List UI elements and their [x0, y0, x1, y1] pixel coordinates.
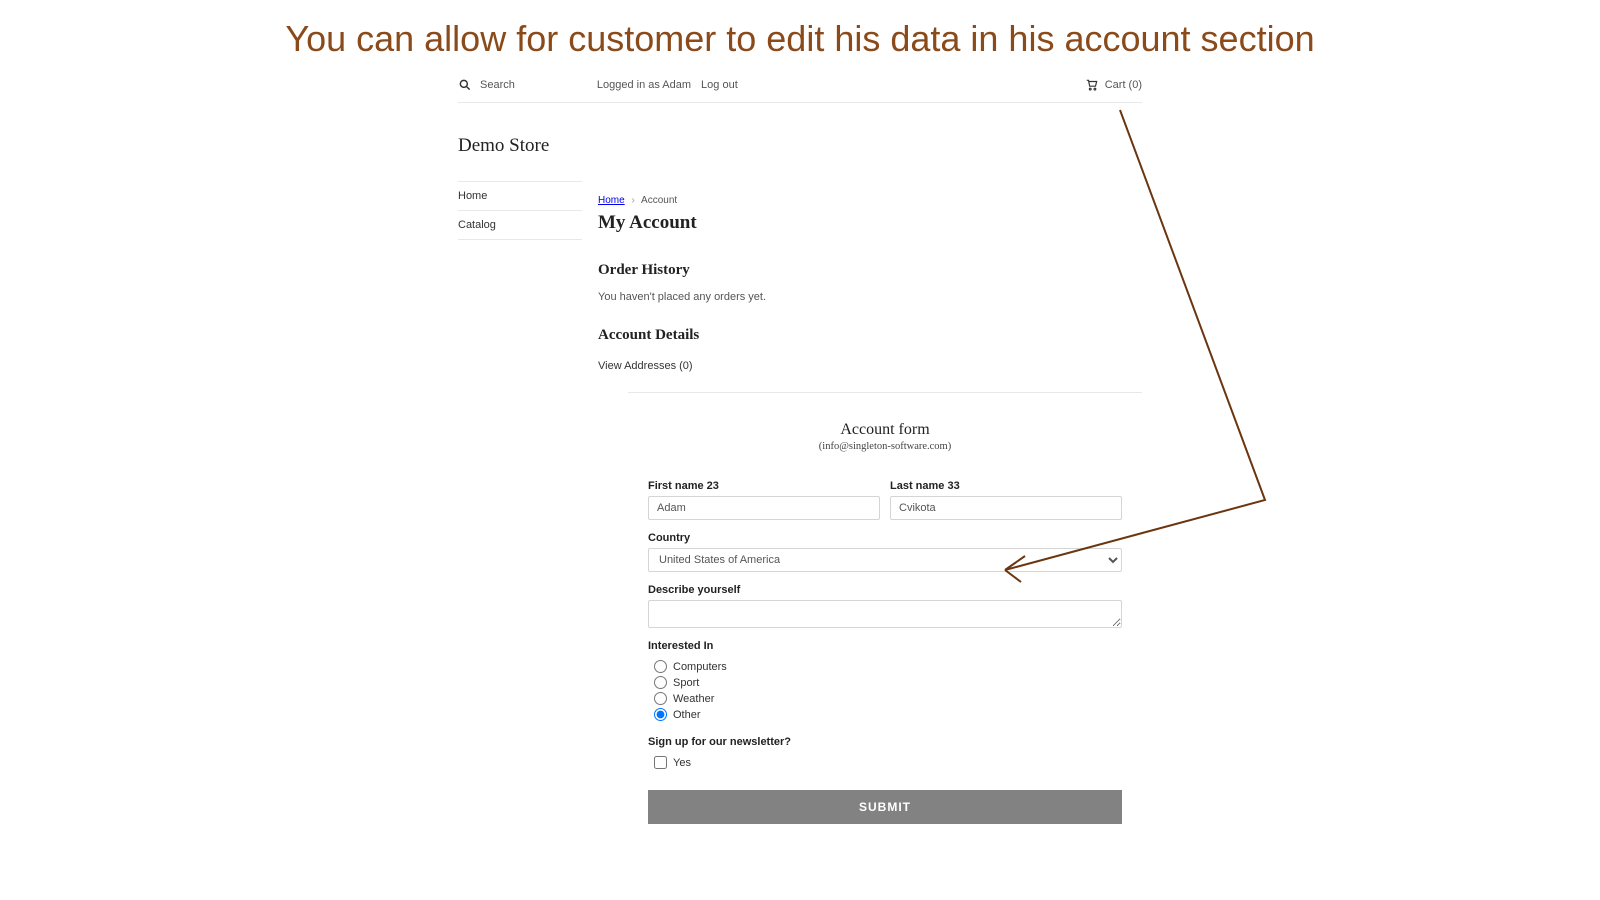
cart-icon: [1085, 78, 1099, 92]
search-block[interactable]: Search: [458, 78, 515, 92]
store-title[interactable]: Demo Store: [458, 135, 1142, 157]
interested-option[interactable]: Other: [648, 708, 1122, 721]
last-name-label: Last name 33: [890, 480, 1122, 492]
sidebar-nav: HomeCatalog: [458, 181, 582, 824]
newsletter-label: Sign up for our newsletter?: [648, 736, 1122, 748]
cart-link[interactable]: Cart (0): [1085, 78, 1142, 92]
interested-radio[interactable]: [654, 692, 667, 705]
search-icon: [458, 78, 472, 92]
breadcrumb: Home › Account: [598, 195, 1142, 206]
account-form: Account form (info@singleton-software.co…: [628, 392, 1142, 824]
cart-label: Cart (0): [1105, 79, 1142, 91]
interested-radio[interactable]: [654, 676, 667, 689]
interested-option[interactable]: Computers: [648, 660, 1122, 673]
interested-option-label: Other: [673, 709, 701, 721]
chevron-right-icon: ›: [631, 195, 634, 206]
logged-in-as: Logged in as Adam: [597, 79, 691, 91]
newsletter-checkbox[interactable]: [654, 756, 667, 769]
interested-option[interactable]: Sport: [648, 676, 1122, 689]
first-name-label: First name 23: [648, 480, 880, 492]
order-history-heading: Order History: [598, 262, 1142, 279]
sidebar-item-catalog[interactable]: Catalog: [458, 211, 582, 240]
interested-option-label: Weather: [673, 693, 714, 705]
search-label: Search: [480, 79, 515, 91]
interested-radio[interactable]: [654, 708, 667, 721]
view-addresses-link[interactable]: View Addresses (0): [598, 360, 693, 372]
newsletter-option[interactable]: Yes: [648, 756, 1122, 769]
interested-option-label: Computers: [673, 661, 727, 673]
interested-option[interactable]: Weather: [648, 692, 1122, 705]
last-name-input[interactable]: [890, 496, 1122, 520]
interested-label: Interested In: [648, 640, 1122, 652]
breadcrumb-current: Account: [641, 195, 677, 206]
country-select[interactable]: United States of America: [648, 548, 1122, 572]
account-details-heading: Account Details: [598, 327, 1142, 344]
annotation-caption: You can allow for customer to edit his d…: [0, 0, 1600, 70]
form-subtitle: (info@singleton-software.com): [628, 441, 1142, 452]
newsletter-option-label: Yes: [673, 757, 691, 769]
store-page: Search Logged in as Adam Log out Cart (0…: [458, 70, 1142, 824]
top-bar: Search Logged in as Adam Log out Cart (0…: [458, 70, 1142, 103]
submit-button[interactable]: SUBMIT: [648, 790, 1122, 824]
interested-radio[interactable]: [654, 660, 667, 673]
main-content: Home › Account My Account Order History …: [598, 181, 1142, 824]
describe-label: Describe yourself: [648, 584, 1122, 596]
describe-textarea[interactable]: [648, 600, 1122, 628]
first-name-input[interactable]: [648, 496, 880, 520]
form-title: Account form: [628, 421, 1142, 439]
country-label: Country: [648, 532, 1122, 544]
breadcrumb-home[interactable]: Home: [598, 195, 625, 206]
interested-option-label: Sport: [673, 677, 699, 689]
sidebar-item-home[interactable]: Home: [458, 182, 582, 211]
page-title: My Account: [598, 212, 1142, 234]
log-out-link[interactable]: Log out: [701, 79, 738, 91]
order-history-empty: You haven't placed any orders yet.: [598, 291, 1142, 303]
